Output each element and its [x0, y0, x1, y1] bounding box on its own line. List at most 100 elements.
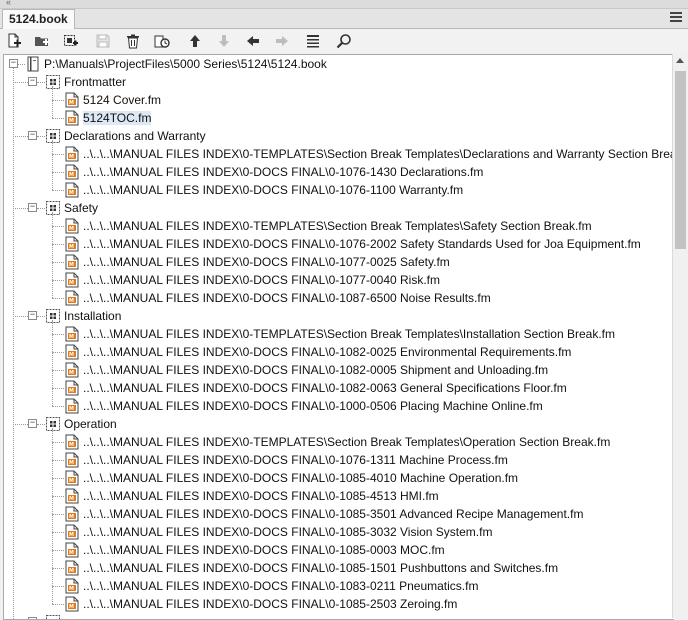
- collapse-toggle-icon[interactable]: −: [28, 131, 37, 140]
- tree-connector: [52, 190, 64, 191]
- tree-file-item[interactable]: M..\..\..\MANUAL FILES INDEX\0-TEMPLATES…: [64, 145, 674, 163]
- tree-file-item[interactable]: M..\..\..\MANUAL FILES INDEX\0-DOCS FINA…: [64, 271, 440, 289]
- framemaker-file-icon: M: [64, 254, 80, 270]
- move-right-button[interactable]: [271, 30, 293, 52]
- tree-connector: [13, 136, 28, 137]
- delete-button[interactable]: [122, 30, 144, 52]
- collapse-toggle-icon[interactable]: −: [28, 77, 37, 86]
- scroll-up-arrow-icon[interactable]: [676, 58, 684, 63]
- tree-connector: [52, 514, 64, 515]
- tree-file-item[interactable]: M..\..\..\MANUAL FILES INDEX\0-DOCS FINA…: [64, 397, 543, 415]
- tree-connector: [52, 370, 64, 371]
- move-down-button[interactable]: [213, 30, 235, 52]
- tree-group[interactable]: Frontmatter: [45, 73, 126, 91]
- find-button[interactable]: [333, 30, 355, 52]
- top-collapse-strip: «: [0, 0, 688, 9]
- group-icon: [45, 128, 61, 144]
- tree-file-item[interactable]: M5124TOC.fm: [64, 109, 151, 127]
- framemaker-file-icon: M: [64, 326, 80, 342]
- tree-file-item[interactable]: M..\..\..\MANUAL FILES INDEX\0-DOCS FINA…: [64, 361, 548, 379]
- tree-group[interactable]: Installation: [45, 307, 121, 325]
- arrow-up-icon: [187, 33, 203, 49]
- tree-file-item[interactable]: M..\..\..\MANUAL FILES INDEX\0-DOCS FINA…: [64, 343, 571, 361]
- tree-connector: [18, 64, 25, 65]
- tree-file-item-label: 5124 Cover.fm: [83, 93, 161, 107]
- tree-connector: [52, 262, 64, 263]
- tree-connector: [52, 604, 64, 605]
- tree-connector: [37, 82, 45, 83]
- tree-file-item[interactable]: M..\..\..\MANUAL FILES INDEX\0-DOCS FINA…: [64, 163, 483, 181]
- framemaker-file-icon: M: [64, 146, 80, 162]
- add-file-button[interactable]: [3, 30, 25, 52]
- tree-connector: [52, 478, 64, 479]
- svg-text:M: M: [69, 460, 74, 466]
- tree-file-item[interactable]: M..\..\..\MANUAL FILES INDEX\0-DOCS FINA…: [64, 595, 457, 613]
- tree-connector: [52, 460, 64, 461]
- collapse-toggle-icon[interactable]: −: [28, 203, 37, 212]
- collapse-panel-icon[interactable]: «: [6, 0, 11, 8]
- framemaker-file-icon: M: [64, 218, 80, 234]
- group-icon: [45, 200, 61, 216]
- tree-file-item[interactable]: M..\..\..\MANUAL FILES INDEX\0-DOCS FINA…: [64, 505, 583, 523]
- tree-file-item[interactable]: M..\..\..\MANUAL FILES INDEX\0-DOCS FINA…: [64, 289, 491, 307]
- list-view-button[interactable]: [302, 30, 324, 52]
- tree-group-partial[interactable]: [45, 613, 61, 620]
- framemaker-file-icon: M: [64, 470, 80, 486]
- tree-file-item[interactable]: M..\..\..\MANUAL FILES INDEX\0-TEMPLATES…: [64, 433, 610, 451]
- tree-file-item-label: ..\..\..\MANUAL FILES INDEX\0-DOCS FINAL…: [83, 255, 450, 269]
- tree-file-item[interactable]: M..\..\..\MANUAL FILES INDEX\0-DOCS FINA…: [64, 235, 641, 253]
- tree-connector: [13, 316, 28, 317]
- tree-file-item[interactable]: M..\..\..\MANUAL FILES INDEX\0-DOCS FINA…: [64, 253, 450, 271]
- tree-group-label: Operation: [64, 417, 117, 431]
- scroll-thumb[interactable]: [675, 71, 686, 249]
- tree-root[interactable]: P:\Manuals\ProjectFiles\5000 Series\5124…: [25, 55, 327, 73]
- framemaker-file-icon: M: [64, 560, 80, 576]
- tree-group-label: Safety: [64, 201, 98, 215]
- tree-file-item-label: ..\..\..\MANUAL FILES INDEX\0-DOCS FINAL…: [83, 471, 518, 485]
- book-tab[interactable]: 5124.book: [2, 9, 75, 29]
- tree-file-item-label: ..\..\..\MANUAL FILES INDEX\0-TEMPLATES\…: [83, 219, 592, 233]
- group-icon: [45, 614, 61, 620]
- tree-file-item[interactable]: M..\..\..\MANUAL FILES INDEX\0-TEMPLATES…: [64, 325, 615, 343]
- tree-file-item-label: ..\..\..\MANUAL FILES INDEX\0-DOCS FINAL…: [83, 345, 571, 359]
- tree-file-item[interactable]: M..\..\..\MANUAL FILES INDEX\0-DOCS FINA…: [64, 181, 463, 199]
- framemaker-file-icon: M: [64, 344, 80, 360]
- add-group-button[interactable]: [60, 30, 82, 52]
- move-up-button[interactable]: [184, 30, 206, 52]
- group-icon: [45, 308, 61, 324]
- framemaker-file-icon: M: [64, 578, 80, 594]
- update-book-button[interactable]: [151, 30, 173, 52]
- arrow-down-icon: [216, 33, 232, 49]
- tree-file-item[interactable]: M..\..\..\MANUAL FILES INDEX\0-DOCS FINA…: [64, 487, 439, 505]
- svg-text:M: M: [69, 478, 74, 484]
- tree-file-item[interactable]: M..\..\..\MANUAL FILES INDEX\0-DOCS FINA…: [64, 451, 508, 469]
- framemaker-file-icon: M: [64, 110, 80, 126]
- tree-file-item[interactable]: M..\..\..\MANUAL FILES INDEX\0-DOCS FINA…: [64, 379, 567, 397]
- move-left-button[interactable]: [242, 30, 264, 52]
- save-button[interactable]: [92, 30, 114, 52]
- collapse-toggle-icon[interactable]: −: [28, 311, 37, 320]
- vertical-scrollbar[interactable]: [672, 54, 688, 618]
- panel-menu-icon[interactable]: [670, 12, 682, 23]
- svg-text:M: M: [69, 586, 74, 592]
- tree-file-item[interactable]: M..\..\..\MANUAL FILES INDEX\0-DOCS FINA…: [64, 577, 478, 595]
- collapse-toggle-icon[interactable]: −: [28, 419, 37, 428]
- tree-file-item[interactable]: M..\..\..\MANUAL FILES INDEX\0-DOCS FINA…: [64, 541, 445, 559]
- tree-group-label: Declarations and Warranty: [64, 129, 206, 143]
- add-folder-button[interactable]: [31, 30, 53, 52]
- tree-file-item[interactable]: M5124 Cover.fm: [64, 91, 161, 109]
- svg-text:M: M: [69, 370, 74, 376]
- collapse-toggle-icon[interactable]: −: [9, 59, 18, 68]
- tree-group[interactable]: Operation: [45, 415, 117, 433]
- tree-connector: [52, 428, 53, 604]
- tree-file-item[interactable]: M ..\..\..\MANUAL FILES INDEX\0-DOCS FINA…: [64, 469, 518, 487]
- svg-text:M: M: [69, 154, 74, 160]
- book-tree[interactable]: P:\Manuals\ProjectFiles\5000 Series\5124…: [3, 54, 674, 620]
- tree-group[interactable]: Declarations and Warranty: [45, 127, 206, 145]
- tree-file-item-label: ..\..\..\MANUAL FILES INDEX\0-DOCS FINAL…: [83, 525, 492, 539]
- tree-connector: [37, 316, 45, 317]
- tree-file-item[interactable]: M..\..\..\MANUAL FILES INDEX\0-DOCS FINA…: [64, 523, 492, 541]
- tree-file-item[interactable]: M..\..\..\MANUAL FILES INDEX\0-TEMPLATES…: [64, 217, 592, 235]
- svg-text:M: M: [69, 550, 74, 556]
- tree-file-item[interactable]: M..\..\..\MANUAL FILES INDEX\0-DOCS FINA…: [64, 559, 558, 577]
